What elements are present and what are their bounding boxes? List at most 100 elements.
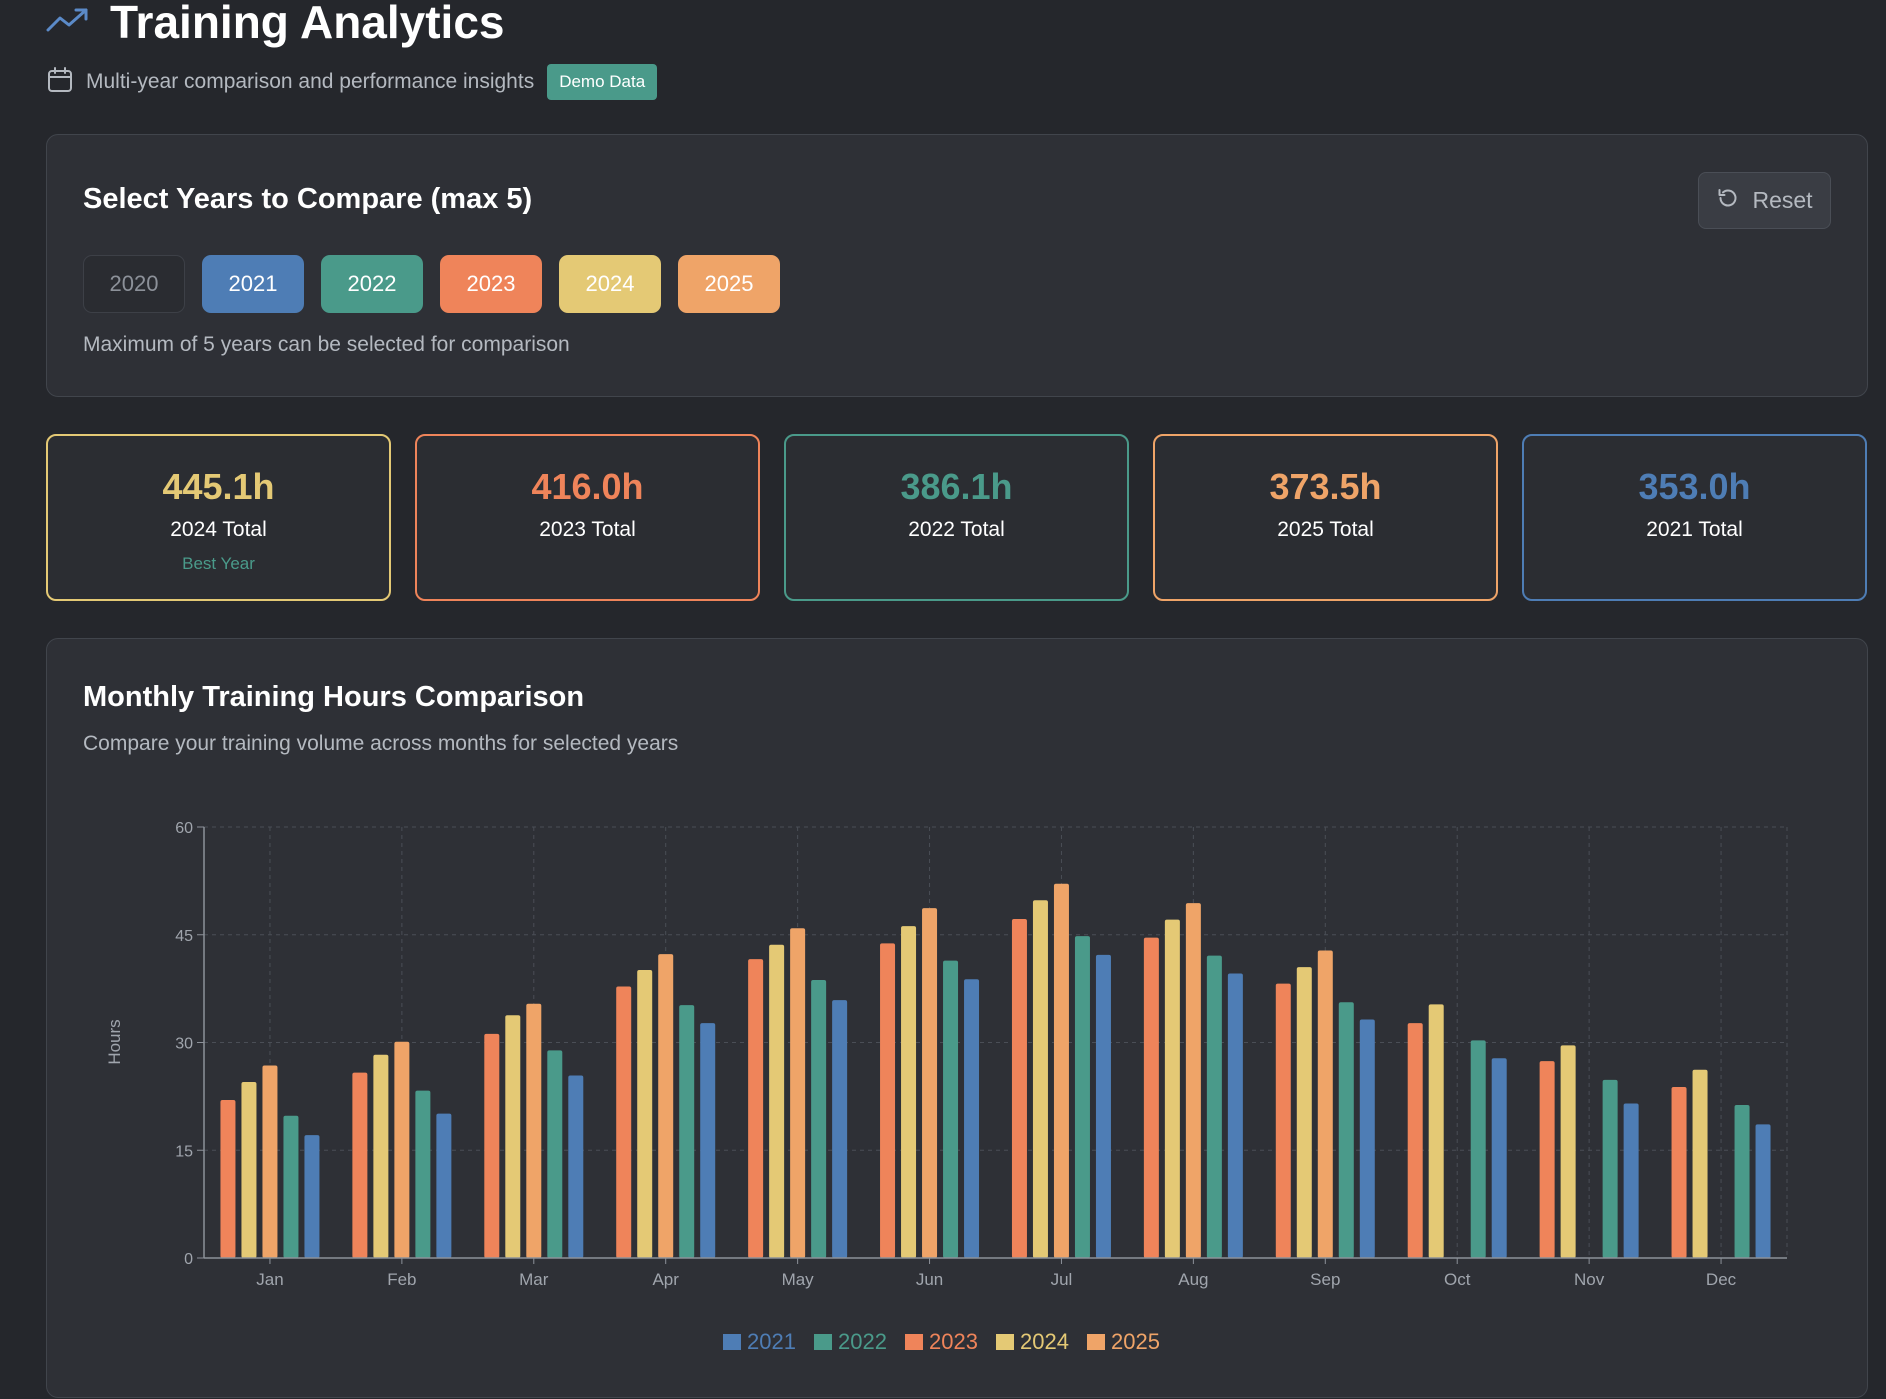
legend-label-2025: 2025 [1111,1329,1160,1354]
bar-2021-nov [1623,1103,1639,1258]
chart-panel: Monthly Training Hours Comparison Compar… [46,638,1868,1398]
x-tick-label: Feb [387,1270,416,1289]
bar-2025-may [790,928,806,1258]
x-tick-label: Sep [1310,1270,1340,1289]
total-value: 353.0h [1638,466,1751,507]
page-title: Training Analytics [110,0,505,48]
bar-2023-feb [352,1072,368,1258]
y-tick-label: 0 [184,1251,193,1268]
year-button-2020[interactable]: 2020 [83,255,185,313]
bar-2021-oct [1491,1058,1507,1258]
y-axis-label: Hours [105,1019,124,1064]
x-tick-label: Jun [916,1270,943,1289]
total-card: 386.1h 2022 Total [784,434,1129,601]
bar-2022-jan [283,1115,299,1258]
bar-2022-jun [943,960,959,1258]
year-button-2024[interactable]: 2024 [559,255,661,313]
year-button-group: 2020 2021 2022 2023 2024 2025 [83,255,780,313]
page-header: Training Analytics Multi-year comparison… [46,0,658,100]
x-tick-label: Aug [1178,1270,1208,1289]
bar-2025-feb [394,1041,410,1258]
bar-2021-jan [304,1135,320,1258]
y-tick-label: 15 [175,1143,193,1160]
x-tick-label: Oct [1444,1270,1471,1289]
x-tick-label: Dec [1706,1270,1737,1289]
bar-2023-mar [484,1033,500,1258]
bar-2025-apr [658,954,674,1258]
bar-2024-jul [1032,900,1048,1258]
best-year-note: Best Year [182,554,255,573]
bar-2023-apr [616,986,632,1258]
year-totals: 445.1h 2024 Total Best Year 416.0h 2023 … [46,434,1868,601]
bar-2024-jan [241,1082,257,1258]
bar-2022-aug [1206,955,1222,1258]
bar-2024-jun [901,926,917,1258]
year-button-2022[interactable]: 2022 [321,255,423,313]
x-tick-label: Mar [519,1270,549,1289]
bar-2021-apr [700,1023,716,1258]
x-tick-label: Jan [256,1270,283,1289]
total-value: 373.5h [1269,466,1382,507]
monthly-hours-chart: 0 15 30 45 60 Jan Feb Mar Apr May Jun Jul Aug Sep Oct N… [105,820,1788,1354]
x-tick-label: Nov [1574,1270,1605,1289]
bar-2022-jul [1074,936,1090,1258]
bar-2023-dec [1671,1087,1687,1258]
total-label: 2025 Total [1277,518,1374,541]
total-label: 2021 Total [1646,518,1743,541]
legend-label-2024: 2024 [1020,1329,1069,1354]
x-tick-label: Jul [1051,1270,1073,1289]
bar-2023-jan [220,1099,236,1258]
bar-2021-dec [1755,1124,1771,1258]
legend-swatch-2025 [1087,1334,1105,1350]
demo-data-badge: Demo Data [547,64,658,100]
selection-hint: Maximum of 5 years can be selected for c… [83,333,570,356]
bar-2021-sep [1359,1019,1375,1258]
bar-2022-dec [1734,1104,1750,1258]
bar-2022-sep [1338,1002,1354,1258]
bar-2023-nov [1539,1061,1555,1258]
bar-2022-oct [1470,1040,1486,1258]
bar-2022-feb [415,1090,431,1258]
bar-2024-nov [1560,1045,1576,1258]
legend-label-2022: 2022 [838,1329,887,1354]
total-value: 416.0h [531,466,644,507]
bar-2024-aug [1164,919,1180,1258]
bar-2025-aug [1185,903,1201,1258]
bar-2023-oct [1407,1023,1423,1258]
page-subtitle: Multi-year comparison and performance in… [86,70,535,93]
bar-2021-may [832,1000,848,1258]
bar-2022-mar [547,1050,563,1258]
bar-2024-oct [1428,1004,1444,1258]
bar-2024-mar [505,1015,521,1258]
total-value: 445.1h [162,466,275,507]
bar-2023-sep [1275,983,1291,1258]
year-button-2023[interactable]: 2023 [440,255,542,313]
year-button-2021[interactable]: 2021 [202,255,304,313]
total-card: 445.1h 2024 Total Best Year [46,434,391,601]
year-button-2025[interactable]: 2025 [678,255,780,313]
bar-2025-jun [922,908,938,1258]
bar-2024-feb [373,1054,389,1258]
legend-swatch-2024 [996,1334,1014,1350]
total-label: 2024 Total [170,518,267,541]
total-card: 353.0h 2021 Total [1522,434,1867,601]
legend-swatch-2021 [723,1334,741,1350]
bar-2022-may [811,980,827,1258]
x-tick-label: Apr [652,1270,679,1289]
bar-2021-jun [964,979,980,1258]
legend-label-2023: 2023 [929,1329,978,1354]
total-card: 373.5h 2025 Total [1153,434,1498,601]
bar-2024-may [769,944,785,1258]
bar-2023-jun [880,943,896,1258]
reset-button[interactable]: Reset [1698,172,1831,229]
total-card: 416.0h 2023 Total [415,434,760,601]
y-tick-label: 30 [175,1036,193,1053]
bar-2021-jul [1095,954,1111,1258]
total-label: 2023 Total [539,518,636,541]
legend-label-2021: 2021 [747,1329,796,1354]
year-select-title: Select Years to Compare (max 5) [83,183,533,215]
bar-2025-jan [262,1065,278,1258]
bar-2024-dec [1692,1069,1708,1258]
reset-label: Reset [1752,187,1813,213]
bar-2021-mar [568,1075,584,1258]
